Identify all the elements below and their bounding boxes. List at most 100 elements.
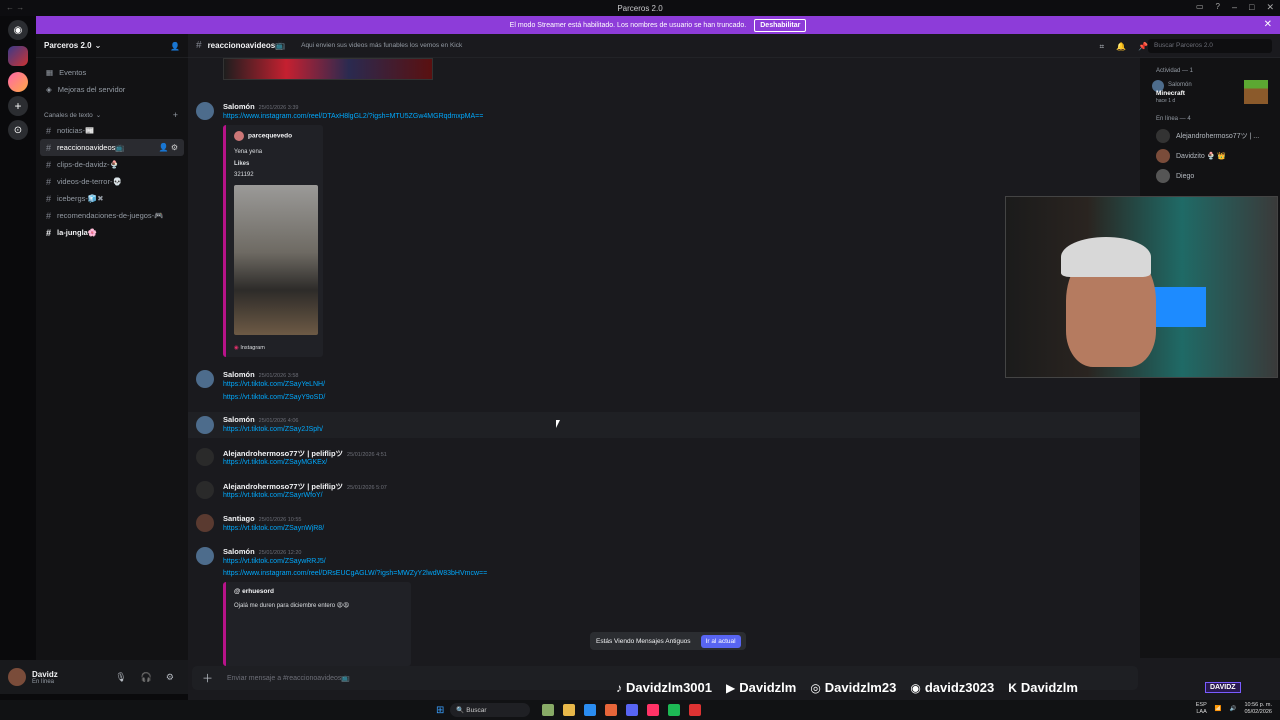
webcam-overlay: [1005, 196, 1278, 378]
server-icon-parceros[interactable]: [8, 46, 28, 66]
author-name[interactable]: Alejandrohermoso77ツ | peliflipツ: [223, 449, 343, 458]
message-link[interactable]: https://vt.tiktok.com/ZSayrWfoY/: [223, 492, 323, 499]
gear-icon[interactable]: ⚙: [166, 672, 174, 683]
close-button[interactable]: ✕: [1266, 2, 1274, 13]
message-link[interactable]: https://www.instagram.com/reel/DRsEUCgAG…: [223, 570, 487, 577]
member-item[interactable]: Alejandrohermoso77ツ | ...: [1140, 126, 1280, 146]
message: Alejandrohermoso77ツ | peliflipツ 25/01/202…: [188, 448, 1140, 472]
avatar[interactable]: [8, 668, 26, 686]
message-input[interactable]: Enviar mensaje a #reaccionoavideos📺: [227, 674, 350, 682]
help-icon[interactable]: ?: [1216, 2, 1220, 11]
embed-avatar: [234, 131, 244, 141]
message-link[interactable]: https://vt.tiktok.com/ZSayMGKEx/: [223, 459, 327, 466]
embed-author[interactable]: @ erhuesord: [234, 588, 274, 595]
message-link[interactable]: https://vt.tiktok.com/ZSayY9oSD/: [223, 394, 325, 401]
member-item[interactable]: Davidzito 🍨 👑: [1140, 146, 1280, 166]
maximize-button[interactable]: □: [1249, 2, 1254, 13]
author-name[interactable]: Santiago: [223, 514, 255, 523]
message-link[interactable]: https://vt.tiktok.com/ZSaynWjR8/: [223, 525, 324, 532]
add-attachment-icon[interactable]: ＋: [202, 670, 213, 686]
author-name[interactable]: Alejandrohermoso77ツ | peliflipツ: [223, 482, 343, 491]
avatar[interactable]: [196, 102, 214, 120]
timestamp: 25/01/2026 4:06: [258, 418, 299, 424]
channel-topic[interactable]: Aqui envien sus videos más funables los …: [301, 42, 462, 49]
volume-icon[interactable]: 🔊: [1230, 706, 1237, 712]
server-icon-2[interactable]: [8, 72, 28, 92]
channel-clips-de-davidz[interactable]: # clips-de-davidz-🍨: [40, 156, 184, 173]
previous-embed-image[interactable]: [223, 58, 433, 80]
channel-noticias[interactable]: # noticias-📰: [40, 122, 184, 139]
timestamp: 25/01/2026 3:58: [258, 373, 299, 379]
user-panel: Davidz En línea 🎙 🎧 ⚙: [0, 660, 188, 694]
server-name-header[interactable]: Parceros 2.0 ⌄ 👤: [36, 34, 188, 58]
category-text-channels[interactable]: Canales de texto ⌄ +: [36, 108, 188, 122]
microphone-icon[interactable]: 🎙: [115, 672, 126, 683]
invite-icon[interactable]: 👤: [170, 42, 180, 51]
bell-icon[interactable]: 🔔: [1116, 42, 1126, 52]
close-banner-icon[interactable]: ✕: [1264, 19, 1272, 30]
avatar[interactable]: [196, 416, 214, 434]
add-server-icon[interactable]: +: [8, 96, 28, 116]
discord-taskbar-icon[interactable]: [626, 704, 639, 716]
message: Alejandrohermoso77ツ | peliflipツ 25/01/202…: [188, 481, 1140, 505]
avatar[interactable]: [196, 547, 214, 565]
embed-image[interactable]: [234, 185, 318, 335]
channel-settings-icon[interactable]: 👤 ⚙: [159, 143, 178, 152]
discord-home-icon[interactable]: ◉: [8, 20, 28, 40]
author-name[interactable]: Salomón: [223, 547, 255, 556]
folder-icon[interactable]: [563, 704, 576, 716]
headphones-icon[interactable]: 🎧: [141, 672, 152, 683]
channel-icebergs[interactable]: # icebergs-🧊✖: [40, 190, 184, 207]
tiktok-taskbar-icon[interactable]: [647, 704, 660, 716]
author-name[interactable]: Salomón: [223, 102, 255, 111]
window-title: Parceros 2.0: [617, 3, 663, 13]
app-icon[interactable]: [605, 704, 618, 716]
message: Santiago 25/01/2026 10:55 https://vt.tikt…: [188, 514, 1140, 538]
author-name[interactable]: Salomón: [223, 370, 255, 379]
clock[interactable]: 10:56 p. m. 05/02/2026: [1244, 702, 1272, 716]
timestamp: 25/01/2026 12:20: [258, 550, 302, 556]
avatar: [1156, 129, 1170, 143]
channel-la-jungla[interactable]: # la-jungla🌸: [40, 224, 184, 241]
avatar[interactable]: [196, 448, 214, 466]
member-item[interactable]: Diego: [1140, 166, 1280, 186]
search-input[interactable]: Buscar Parceros 2.0: [1148, 39, 1272, 53]
message-link[interactable]: https://www.instagram.com/reel/DTAxH8lgG…: [223, 113, 483, 120]
old-messages-notice: Estás Viendo Mensajes Antiguos Ir al act…: [590, 632, 746, 650]
server-boost-nav[interactable]: ◈ Mejoras del servidor: [36, 81, 188, 98]
server-list: ◉ + ⊙: [0, 16, 36, 700]
widget-icon[interactable]: [542, 704, 555, 716]
message-link[interactable]: https://vt.tiktok.com/ZSayYeLNH/: [223, 381, 325, 388]
minimize-button[interactable]: –: [1232, 2, 1237, 13]
taskbar-search[interactable]: 🔍 Buscar: [450, 703, 531, 717]
avatar[interactable]: [196, 514, 214, 532]
channel-reaccionoavideos[interactable]: # reaccionoavideos📺 👤 ⚙: [40, 139, 184, 156]
events-nav[interactable]: ▦ Eventos: [36, 64, 188, 81]
inbox-icon[interactable]: ▭: [1196, 2, 1204, 11]
activity-card[interactable]: Salomón Minecraft hace 1 d: [1148, 80, 1272, 110]
discover-icon[interactable]: ⊙: [8, 120, 28, 140]
channel-videos-de-terror[interactable]: # videos-de-terror-💀: [40, 173, 184, 190]
avatar[interactable]: [196, 370, 214, 388]
spotify-icon[interactable]: [668, 704, 681, 716]
channel-name: reaccionoavideos📺: [207, 41, 286, 50]
threads-icon[interactable]: ⌗: [1100, 42, 1105, 52]
browser-icon[interactable]: [584, 704, 597, 716]
jump-to-present-button[interactable]: Ir al actual: [700, 634, 741, 648]
activity-header: Actividad — 1: [1156, 68, 1194, 74]
wifi-icon[interactable]: 📶: [1215, 706, 1222, 712]
disable-streamer-button[interactable]: Deshabilitar: [754, 18, 807, 32]
minecraft-icon: [1244, 80, 1268, 104]
author-name[interactable]: Salomón: [223, 415, 255, 424]
message-link[interactable]: https://vt.tiktok.com/ZSaywRRJ5/: [223, 558, 326, 565]
message-link[interactable]: https://vt.tiktok.com/ZSay2JSph/: [223, 426, 323, 433]
pin-icon[interactable]: 📌: [1138, 42, 1148, 52]
channel-recomendaciones[interactable]: # recomendaciones-de-juegos-🎮: [40, 207, 184, 224]
add-channel-icon[interactable]: +: [173, 110, 178, 120]
avatar[interactable]: [196, 481, 214, 499]
embed-author[interactable]: parcequevedo: [234, 131, 292, 141]
obs-icon[interactable]: [689, 704, 702, 716]
back-forward-icons[interactable]: ← →: [6, 3, 24, 12]
online-header: En línea — 4: [1156, 116, 1191, 122]
windows-start-icon[interactable]: ⊞: [436, 705, 444, 716]
